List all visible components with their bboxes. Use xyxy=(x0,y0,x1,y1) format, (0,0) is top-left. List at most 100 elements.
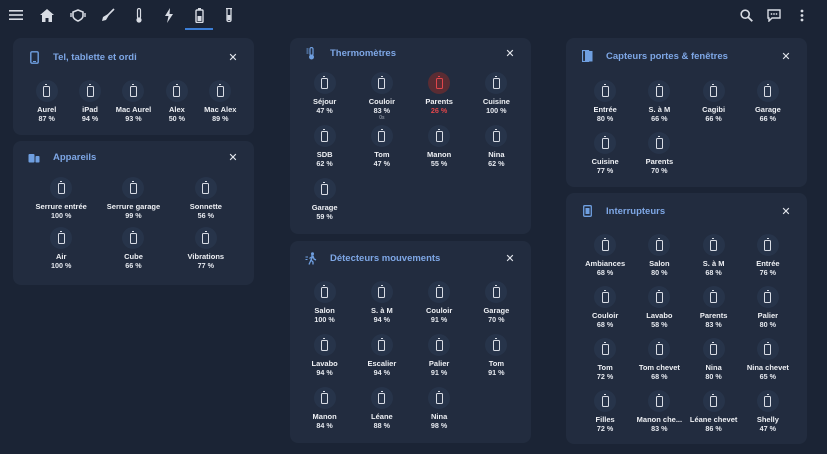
close-icon[interactable]: ✕ xyxy=(226,51,240,65)
battery-icon-button[interactable] xyxy=(428,72,451,94)
battery-item[interactable]: Filles 72 % xyxy=(578,390,632,442)
battery-icon-button[interactable] xyxy=(594,286,617,308)
battery-icon-button[interactable] xyxy=(702,80,725,102)
battery-icon-button[interactable] xyxy=(756,390,779,412)
battery-item[interactable]: SDB 62 % xyxy=(296,125,353,178)
battery-item[interactable]: Shelly 47 % xyxy=(741,390,795,442)
battery-item[interactable]: Couloir 68 % xyxy=(578,286,632,338)
battery-icon-button[interactable] xyxy=(209,80,232,102)
battery-icon-button[interactable] xyxy=(702,286,725,308)
battery-icon-button[interactable] xyxy=(370,125,393,147)
battery-item[interactable]: Entrée 76 % xyxy=(741,234,795,286)
battery-item[interactable]: Léane 88 % xyxy=(353,387,410,440)
battery-item[interactable]: Entrée 80 % xyxy=(578,80,632,132)
battery-item[interactable]: Salon 100 % xyxy=(296,281,353,334)
battery-item[interactable]: Parents 70 % xyxy=(632,132,686,184)
battery-icon-button[interactable] xyxy=(648,80,671,102)
battery-icon-button[interactable] xyxy=(313,387,336,409)
battery-item[interactable]: Couloir 91 % xyxy=(411,281,468,334)
battery-item[interactable]: Vibrations 77 % xyxy=(170,227,242,270)
battery-icon-button[interactable] xyxy=(35,80,58,102)
home-icon[interactable] xyxy=(36,4,58,26)
battery-item[interactable]: Lavabo 58 % xyxy=(632,286,686,338)
lightning-icon[interactable] xyxy=(158,4,180,26)
battery-icon-button[interactable] xyxy=(756,234,779,256)
battery-item[interactable]: Tom 91 % xyxy=(468,334,525,387)
chat-icon[interactable] xyxy=(763,4,785,26)
battery-icon-button[interactable] xyxy=(485,72,508,94)
battery-icon-button[interactable] xyxy=(50,177,73,199)
battery-item[interactable]: Tom 72 % xyxy=(578,338,632,390)
battery-item[interactable]: Garage 70 % xyxy=(468,281,525,334)
battery-icon-button[interactable] xyxy=(594,132,617,154)
battery-icon-button[interactable] xyxy=(594,390,617,412)
close-icon[interactable]: ✕ xyxy=(779,50,793,64)
battery-icon-button[interactable] xyxy=(485,334,508,356)
battery-icon-button[interactable] xyxy=(370,334,393,356)
battery-icon-button[interactable] xyxy=(313,178,336,200)
battery-item[interactable]: Serrure entrée 100 % xyxy=(25,177,97,220)
battery-item[interactable]: Cuisine 100 % xyxy=(468,72,525,125)
battery-item[interactable]: Nina 98 % xyxy=(411,387,468,440)
test-tube-icon[interactable] xyxy=(218,4,240,26)
battery-icon-button[interactable] xyxy=(428,281,451,303)
battery-item[interactable]: Ambiances 68 % xyxy=(578,234,632,286)
menu-icon[interactable] xyxy=(5,4,27,26)
battery-item[interactable]: Lavabo 94 % xyxy=(296,334,353,387)
battery-icon-button[interactable] xyxy=(648,390,671,412)
battery-icon[interactable] xyxy=(188,4,210,26)
battery-icon-button[interactable] xyxy=(122,177,145,199)
battery-icon-button[interactable] xyxy=(756,80,779,102)
battery-icon-button[interactable] xyxy=(194,227,217,249)
battery-icon-button[interactable] xyxy=(702,338,725,360)
battery-icon-button[interactable] xyxy=(648,338,671,360)
battery-icon-button[interactable] xyxy=(702,234,725,256)
battery-icon-button[interactable] xyxy=(313,334,336,356)
battery-icon-button[interactable] xyxy=(79,80,102,102)
battery-item[interactable]: Palier 91 % xyxy=(411,334,468,387)
battery-item[interactable]: Nina chevet 65 % xyxy=(741,338,795,390)
battery-item[interactable]: S. à M 66 % xyxy=(632,80,686,132)
battery-icon-button[interactable] xyxy=(370,281,393,303)
battery-item[interactable]: Séjour 47 % xyxy=(296,72,353,125)
battery-item[interactable]: Nina 80 % xyxy=(687,338,741,390)
battery-item[interactable]: Nina 62 % xyxy=(468,125,525,178)
battery-icon-button[interactable] xyxy=(194,177,217,199)
battery-item[interactable]: Couloir 83 % 0s xyxy=(353,72,410,125)
thermometer-icon[interactable] xyxy=(128,4,150,26)
battery-icon-button[interactable] xyxy=(313,281,336,303)
battery-item[interactable]: Tom chevet 68 % xyxy=(632,338,686,390)
shield-icon[interactable] xyxy=(67,4,89,26)
battery-item[interactable]: Mac Alex 89 % xyxy=(199,80,242,123)
battery-item[interactable]: Alex 50 % xyxy=(155,80,198,123)
battery-icon-button[interactable] xyxy=(428,387,451,409)
battery-item[interactable]: Sonnette 56 % xyxy=(170,177,242,220)
more-vertical-icon[interactable] xyxy=(791,4,813,26)
battery-item[interactable]: Tom 47 % xyxy=(353,125,410,178)
battery-item[interactable]: Aurel 87 % xyxy=(25,80,68,123)
battery-icon-button[interactable] xyxy=(648,286,671,308)
battery-item[interactable]: S. à M 68 % xyxy=(687,234,741,286)
battery-item[interactable]: Salon 80 % xyxy=(632,234,686,286)
battery-icon-button[interactable] xyxy=(648,234,671,256)
battery-icon-button[interactable] xyxy=(370,72,393,94)
battery-item[interactable]: Cagibi 66 % xyxy=(687,80,741,132)
battery-icon-button[interactable] xyxy=(313,125,336,147)
battery-item[interactable]: Cuisine 77 % xyxy=(578,132,632,184)
battery-item[interactable]: S. à M 94 % xyxy=(353,281,410,334)
close-icon[interactable]: ✕ xyxy=(226,151,240,165)
close-icon[interactable]: ✕ xyxy=(503,252,517,266)
close-icon[interactable]: ✕ xyxy=(503,47,517,61)
broom-icon[interactable] xyxy=(97,4,119,26)
battery-item[interactable]: Cube 66 % xyxy=(97,227,169,270)
battery-item[interactable]: Manon 84 % xyxy=(296,387,353,440)
battery-icon-button[interactable] xyxy=(648,132,671,154)
battery-item[interactable]: iPad 94 % xyxy=(68,80,111,123)
battery-icon-button[interactable] xyxy=(756,286,779,308)
battery-icon-button[interactable] xyxy=(756,338,779,360)
battery-item[interactable]: Parents 26 % xyxy=(411,72,468,125)
battery-icon-button[interactable] xyxy=(122,227,145,249)
battery-item[interactable]: Manon che... 83 % xyxy=(632,390,686,442)
battery-item[interactable]: Parents 83 % xyxy=(687,286,741,338)
battery-item[interactable]: Léane chevet 86 % xyxy=(687,390,741,442)
